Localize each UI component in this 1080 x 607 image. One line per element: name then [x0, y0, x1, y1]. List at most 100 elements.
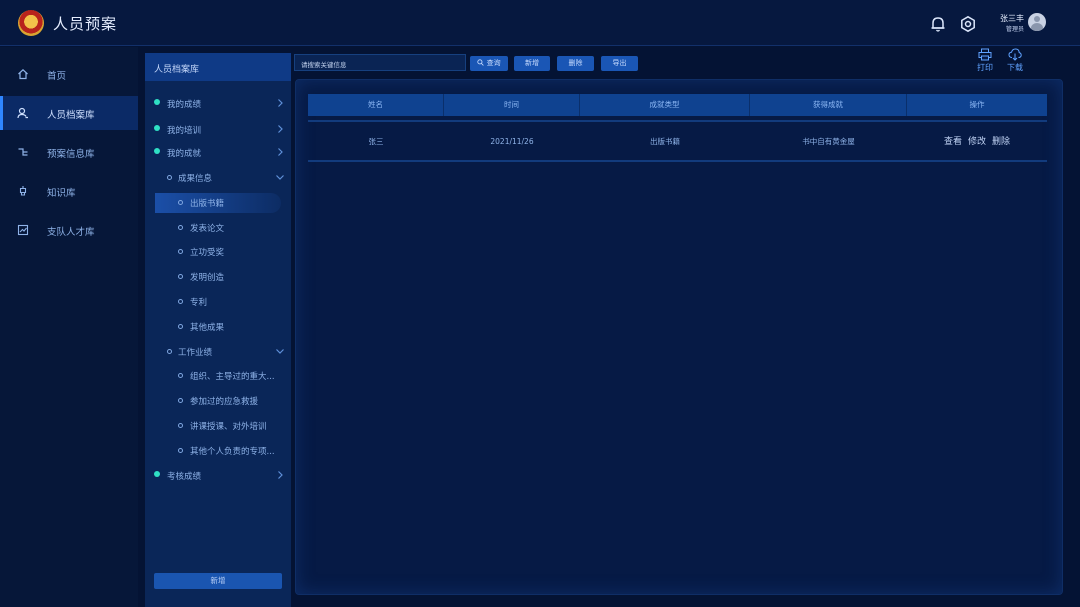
nav-item-home[interactable]: 首页 [0, 57, 138, 91]
query-button[interactable]: 查询 [470, 56, 508, 71]
tree-item-my-achievements[interactable]: 我的成就 [145, 142, 291, 164]
node-ring [167, 175, 172, 180]
divider [308, 160, 1047, 162]
tree-item-patents[interactable]: 专利 [145, 291, 291, 313]
node-ring [178, 249, 183, 254]
main-sidebar: 首页 人员档案库 预案信息库 知识库 支队人才库 [0, 47, 138, 607]
tree-item-label: 工作业绩 [178, 348, 213, 358]
tree-item-papers[interactable]: 发表论文 [145, 217, 291, 239]
tree-item-major-projects[interactable]: 组织、主导过的重大... [145, 365, 291, 387]
tree-item-label: 组织、主导过的重大... [190, 372, 275, 382]
user-name[interactable]: 张三丰 [1000, 13, 1024, 24]
tree-item-label: 参加过的应急救援 [190, 397, 259, 407]
results-panel: 姓名 时间 成就类型 获得成就 操作 张三 2021/11/26 出版书籍 书中… [295, 79, 1063, 595]
tree-item-published-books[interactable]: 出版书籍 [145, 192, 291, 214]
view-link[interactable]: 查看 [944, 130, 962, 154]
nav-item-label: 知识库 [47, 188, 76, 199]
gear-icon[interactable] [959, 15, 977, 33]
column-header-name: 姓名 [308, 94, 444, 116]
tree-item-label: 成果信息 [178, 174, 213, 184]
avatar[interactable] [1028, 13, 1046, 31]
cell-name: 张三 [368, 137, 384, 146]
tree-item-label: 出版书籍 [190, 199, 225, 209]
tree-item-lectures[interactable]: 讲课授课、对外培训 [145, 415, 291, 437]
cloud-download-icon [1008, 48, 1022, 61]
tree-item-label: 考核成绩 [167, 472, 202, 482]
cell-actions: 查看 修改 删除 [907, 130, 1047, 154]
home-icon [18, 68, 28, 80]
nav-item-label: 首页 [47, 71, 67, 82]
branch-icon [18, 148, 28, 156]
node-ring [178, 448, 183, 453]
download-label: 下载 [1007, 63, 1023, 72]
table-row[interactable]: 张三 2021/11/26 出版书籍 书中自有黄金屋 查看 修改 删除 [308, 130, 1047, 154]
chevron-right-icon[interactable] [275, 98, 285, 108]
cell-time: 2021/11/26 [490, 137, 534, 146]
chart-icon [17, 224, 29, 236]
delete-button[interactable]: 删除 [557, 56, 594, 71]
column-header-achievement: 获得成就 [750, 94, 907, 116]
table-header: 姓名 时间 成就类型 获得成就 操作 [308, 94, 1047, 116]
tree-item-label: 立功受奖 [190, 248, 225, 258]
search-input[interactable]: 请搜索关键信息 [294, 54, 466, 71]
node-ring [178, 324, 183, 329]
archive-tree-panel: 人员档案库 我的成绩 我的培训 我的成就 成果信息 出版书籍 发表论文 立功受奖… [145, 53, 291, 607]
tree-item-label: 发明创造 [190, 273, 225, 283]
node-ring [178, 200, 183, 205]
print-label: 打印 [977, 63, 993, 72]
tree-item-emergency-rescue[interactable]: 参加过的应急救援 [145, 390, 291, 412]
column-header-type: 成就类型 [580, 94, 750, 116]
cell-type: 出版书籍 [650, 137, 680, 146]
printer-icon [978, 48, 992, 61]
bell-icon[interactable] [929, 15, 947, 33]
tree-header: 人员档案库 [145, 53, 291, 81]
nav-item-talent[interactable]: 支队人才库 [0, 213, 138, 247]
node-ring [178, 398, 183, 403]
tree-item-label: 专利 [190, 298, 208, 308]
nav-item-label: 支队人才库 [47, 227, 95, 238]
tree-item-work-performance[interactable]: 工作业绩 [145, 341, 291, 363]
tree-item-inventions[interactable]: 发明创造 [145, 266, 291, 288]
tree-add-button[interactable]: 新增 [154, 573, 282, 589]
nav-item-knowledge[interactable]: 知识库 [0, 174, 138, 208]
delete-link[interactable]: 删除 [992, 130, 1010, 154]
status-dot [154, 99, 160, 105]
nav-item-personnel-archive[interactable]: 人员档案库 [0, 96, 138, 130]
tree-item-label: 发表论文 [190, 224, 225, 234]
node-ring [178, 423, 183, 428]
tree-item-label: 我的培训 [167, 126, 202, 136]
tree-item-label: 我的成就 [167, 149, 202, 159]
lightbulb-icon [19, 186, 27, 196]
chevron-right-icon[interactable] [275, 124, 285, 134]
node-ring [178, 373, 183, 378]
tree-item-my-training[interactable]: 我的培训 [145, 119, 291, 141]
nav-item-plan-info[interactable]: 预案信息库 [0, 135, 138, 169]
status-dot [154, 471, 160, 477]
app-title: 人员预案 [53, 15, 118, 33]
export-button[interactable]: 导出 [601, 56, 638, 71]
download-button[interactable]: 下载 [1004, 48, 1026, 73]
tree-item-results-info[interactable]: 成果信息 [145, 167, 291, 189]
emblem-logo [18, 10, 44, 36]
chevron-right-icon[interactable] [275, 470, 285, 480]
cell-achievement: 书中自有黄金屋 [802, 137, 855, 146]
chevron-down-icon[interactable] [275, 346, 285, 356]
status-dot [154, 148, 160, 154]
user-role: 管理员 [1006, 26, 1025, 33]
tree-item-assessment[interactable]: 考核成绩 [145, 465, 291, 487]
node-ring [167, 349, 172, 354]
column-header-time: 时间 [444, 94, 580, 116]
tree-item-other-special[interactable]: 其他个人负责的专项... [145, 440, 291, 462]
print-button[interactable]: 打印 [974, 48, 996, 73]
node-ring [178, 274, 183, 279]
tree-item-label: 其他成果 [190, 323, 225, 333]
chevron-right-icon[interactable] [275, 147, 285, 157]
tree-item-awards[interactable]: 立功受奖 [145, 241, 291, 263]
edit-link[interactable]: 修改 [968, 130, 986, 154]
tree-item-label: 其他个人负责的专项... [190, 447, 275, 457]
tree-item-my-scores[interactable]: 我的成绩 [145, 93, 291, 115]
nav-item-label: 预案信息库 [47, 149, 95, 160]
tree-item-other-results[interactable]: 其他成果 [145, 316, 291, 338]
add-button[interactable]: 新增 [514, 56, 550, 71]
chevron-down-icon[interactable] [275, 172, 285, 182]
